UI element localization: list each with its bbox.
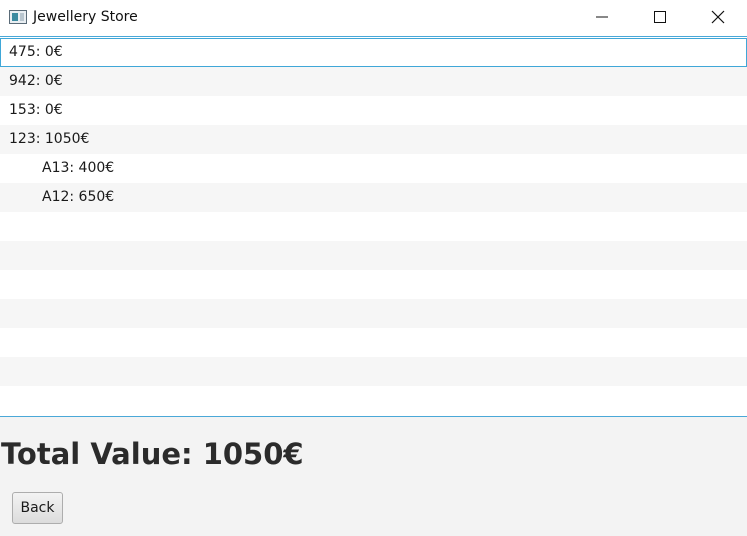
footer-panel: Total Value: 1050€ Back xyxy=(0,417,747,536)
tree-item-label: 942: 0€ xyxy=(9,73,63,89)
tree-empty-row xyxy=(0,241,747,270)
tree-item[interactable]: 475: 0€ xyxy=(0,38,747,67)
back-button[interactable]: Back xyxy=(12,492,63,524)
tree-empty-row xyxy=(0,386,747,415)
tree-item-label: 153: 0€ xyxy=(9,102,63,118)
close-icon xyxy=(711,10,725,24)
tree-item-label: 475: 0€ xyxy=(9,44,63,60)
tree-item[interactable]: 123: 1050€ xyxy=(0,125,747,154)
minimize-button[interactable] xyxy=(573,0,631,34)
title-bar: Jewellery Store xyxy=(0,0,747,36)
jewellery-tree-view[interactable]: 475: 0€ 942: 0€ 153: 0€ 123: 1050€ A13: 400€… xyxy=(0,36,747,417)
tree-empty-row xyxy=(0,270,747,299)
tree-item-label: A12: 650€ xyxy=(42,189,115,205)
tree-empty-row xyxy=(0,328,747,357)
tree-item-label: A13: 400€ xyxy=(42,160,115,176)
minimize-icon xyxy=(596,16,608,18)
tree-item-label: 123: 1050€ xyxy=(9,131,90,147)
total-value-label: Total Value: 1050€ xyxy=(1,437,304,471)
tree-empty-row xyxy=(0,212,747,241)
window-title: Jewellery Store xyxy=(33,9,138,25)
tree-item[interactable]: A13: 400€ xyxy=(0,154,747,183)
tree-item[interactable]: 153: 0€ xyxy=(0,96,747,125)
app-window-icon xyxy=(9,10,27,24)
close-button[interactable] xyxy=(689,0,747,34)
tree-item[interactable]: 942: 0€ xyxy=(0,67,747,96)
maximize-button[interactable] xyxy=(631,0,689,34)
maximize-icon xyxy=(654,11,666,23)
tree-empty-row xyxy=(0,357,747,386)
tree-empty-row xyxy=(0,299,747,328)
tree-item[interactable]: A12: 650€ xyxy=(0,183,747,212)
